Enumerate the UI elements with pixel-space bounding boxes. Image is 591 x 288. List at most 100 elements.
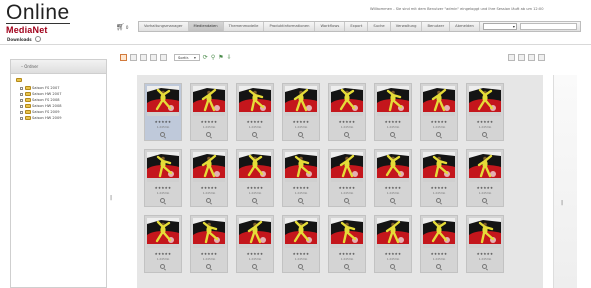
tab-8[interactable]: Benutzer xyxy=(422,22,451,31)
tab-4[interactable]: Workflows xyxy=(315,22,346,31)
expand-icon[interactable] xyxy=(20,110,23,114)
zoom-icon[interactable] xyxy=(344,198,349,203)
rating-stars[interactable]: ★★★★★ xyxy=(329,120,365,124)
rating-stars[interactable]: ★★★★★ xyxy=(467,120,503,124)
rating-stars[interactable]: ★★★★★ xyxy=(375,252,411,256)
rating-stars[interactable]: ★★★★★ xyxy=(283,120,319,124)
expand-icon[interactable] xyxy=(20,104,23,108)
tab-6[interactable]: Suche xyxy=(368,22,391,31)
media-card[interactable]: ★★★★★ 1.245mb xyxy=(282,215,320,273)
tab-5[interactable]: Export xyxy=(345,22,369,31)
media-thumbnail[interactable] xyxy=(331,86,363,116)
media-thumbnail[interactable] xyxy=(147,152,179,182)
media-card[interactable]: ★★★★★ 1.245mb xyxy=(374,149,412,207)
rating-stars[interactable]: ★★★★★ xyxy=(237,186,273,190)
rating-stars[interactable]: ★★★★★ xyxy=(237,252,273,256)
media-card[interactable]: ★★★★★ 1.245mb xyxy=(236,149,274,207)
media-thumbnail[interactable] xyxy=(423,86,455,116)
media-thumbnail[interactable] xyxy=(423,152,455,182)
zoom-icon[interactable] xyxy=(206,132,211,137)
media-thumbnail[interactable] xyxy=(469,218,501,248)
rating-stars[interactable]: ★★★★★ xyxy=(329,252,365,256)
save-icon[interactable] xyxy=(528,54,535,61)
expand-icon[interactable] xyxy=(20,92,23,96)
list-view-button[interactable] xyxy=(130,54,137,61)
media-thumbnail[interactable] xyxy=(377,86,409,116)
expand-icon[interactable] xyxy=(20,86,23,90)
media-thumbnail[interactable] xyxy=(285,152,317,182)
zoom-icon[interactable] xyxy=(160,264,165,269)
media-thumbnail[interactable] xyxy=(239,152,271,182)
media-card[interactable]: ★★★★★ 1.245mb xyxy=(466,215,504,273)
zoom-icon[interactable] xyxy=(390,132,395,137)
rating-stars[interactable]: ★★★★★ xyxy=(421,252,457,256)
tab-1[interactable]: Mediendaten xyxy=(188,22,224,31)
media-card[interactable]: ★★★★★ 1.245mb xyxy=(420,149,458,207)
zoom-icon[interactable] xyxy=(436,198,441,203)
select-all-button[interactable] xyxy=(160,54,167,61)
folder-icon[interactable] xyxy=(518,54,525,61)
media-thumbnail[interactable] xyxy=(285,86,317,116)
media-thumbnail[interactable] xyxy=(331,152,363,182)
media-card[interactable]: ★★★★★ 1.245mb xyxy=(236,215,274,273)
media-card[interactable]: ★★★★★ 1.245mb xyxy=(190,149,228,207)
rating-stars[interactable]: ★★★★★ xyxy=(375,120,411,124)
media-thumbnail[interactable] xyxy=(239,218,271,248)
expand-icon[interactable] xyxy=(20,98,23,102)
rating-stars[interactable]: ★★★★★ xyxy=(191,186,227,190)
zoom-icon[interactable] xyxy=(252,132,257,137)
sort-select[interactable]: Sortir. ▾ xyxy=(174,54,200,61)
tree-root[interactable] xyxy=(11,74,106,85)
media-card[interactable]: ★★★★★ 1.245mb xyxy=(420,83,458,141)
media-thumbnail[interactable] xyxy=(377,218,409,248)
rating-stars[interactable]: ★★★★★ xyxy=(145,252,181,256)
grid-view-button[interactable] xyxy=(120,54,127,61)
user-settings-icon[interactable] xyxy=(34,36,41,42)
zoom-icon[interactable] xyxy=(344,264,349,269)
zoom-icon[interactable] xyxy=(482,132,487,137)
zoom-icon[interactable] xyxy=(206,264,211,269)
zoom-icon[interactable] xyxy=(482,198,487,203)
media-card[interactable]: ★★★★★ 1.245mb xyxy=(328,149,366,207)
print-icon[interactable] xyxy=(508,54,515,61)
detail-view-button[interactable] xyxy=(140,54,147,61)
media-thumbnail[interactable] xyxy=(193,86,225,116)
preview-view-button[interactable] xyxy=(150,54,157,61)
zoom-icon[interactable] xyxy=(252,198,257,203)
rating-stars[interactable]: ★★★★★ xyxy=(329,186,365,190)
media-thumbnail[interactable] xyxy=(469,86,501,116)
zoom-icon[interactable] xyxy=(390,198,395,203)
zoom-icon[interactable] xyxy=(160,198,165,203)
folder-panel-header[interactable]: – Ordner xyxy=(11,60,106,74)
media-card[interactable]: ★★★★★ 1.245mb xyxy=(144,83,182,141)
media-thumbnail[interactable] xyxy=(377,152,409,182)
splitter-handle[interactable]: ‖ xyxy=(110,195,113,201)
rating-stars[interactable]: ★★★★★ xyxy=(421,186,457,190)
search-input[interactable] xyxy=(519,23,577,30)
media-card[interactable]: ★★★★★ 1.245mb xyxy=(190,83,228,141)
zoom-icon[interactable] xyxy=(344,132,349,137)
rating-stars[interactable]: ★★★★★ xyxy=(237,120,273,124)
media-card[interactable]: ★★★★★ 1.245mb xyxy=(144,215,182,273)
media-thumbnail[interactable] xyxy=(239,86,271,116)
media-card[interactable]: ★★★★★ 1.245mb xyxy=(236,83,274,141)
media-card[interactable]: ★★★★★ 1.245mb xyxy=(282,83,320,141)
tab-2[interactable]: Themenmodelle xyxy=(224,22,265,31)
tab-7[interactable]: Verwaltung xyxy=(391,22,423,31)
media-thumbnail[interactable] xyxy=(193,218,225,248)
zoom-icon[interactable] xyxy=(436,264,441,269)
download-icon[interactable]: ⇩ xyxy=(227,54,232,61)
rating-stars[interactable]: ★★★★★ xyxy=(467,186,503,190)
media-card[interactable]: ★★★★★ 1.245mb xyxy=(190,215,228,273)
filter-icon[interactable]: ⚲ xyxy=(211,54,215,61)
media-card[interactable]: ★★★★★ 1.245mb xyxy=(374,83,412,141)
media-card[interactable]: ★★★★★ 1.245mb xyxy=(328,83,366,141)
media-thumbnail[interactable] xyxy=(469,152,501,182)
media-card[interactable]: ★★★★★ 1.245mb xyxy=(374,215,412,273)
zoom-icon[interactable] xyxy=(298,198,303,203)
cart-button[interactable]: 🛒︎ 0 xyxy=(116,23,128,31)
user-box[interactable]: Downloads xyxy=(7,36,41,42)
tab-select[interactable]: ▾ xyxy=(482,23,517,30)
media-thumbnail[interactable] xyxy=(147,218,179,248)
splitter-handle-right[interactable]: ‖ xyxy=(561,200,564,206)
